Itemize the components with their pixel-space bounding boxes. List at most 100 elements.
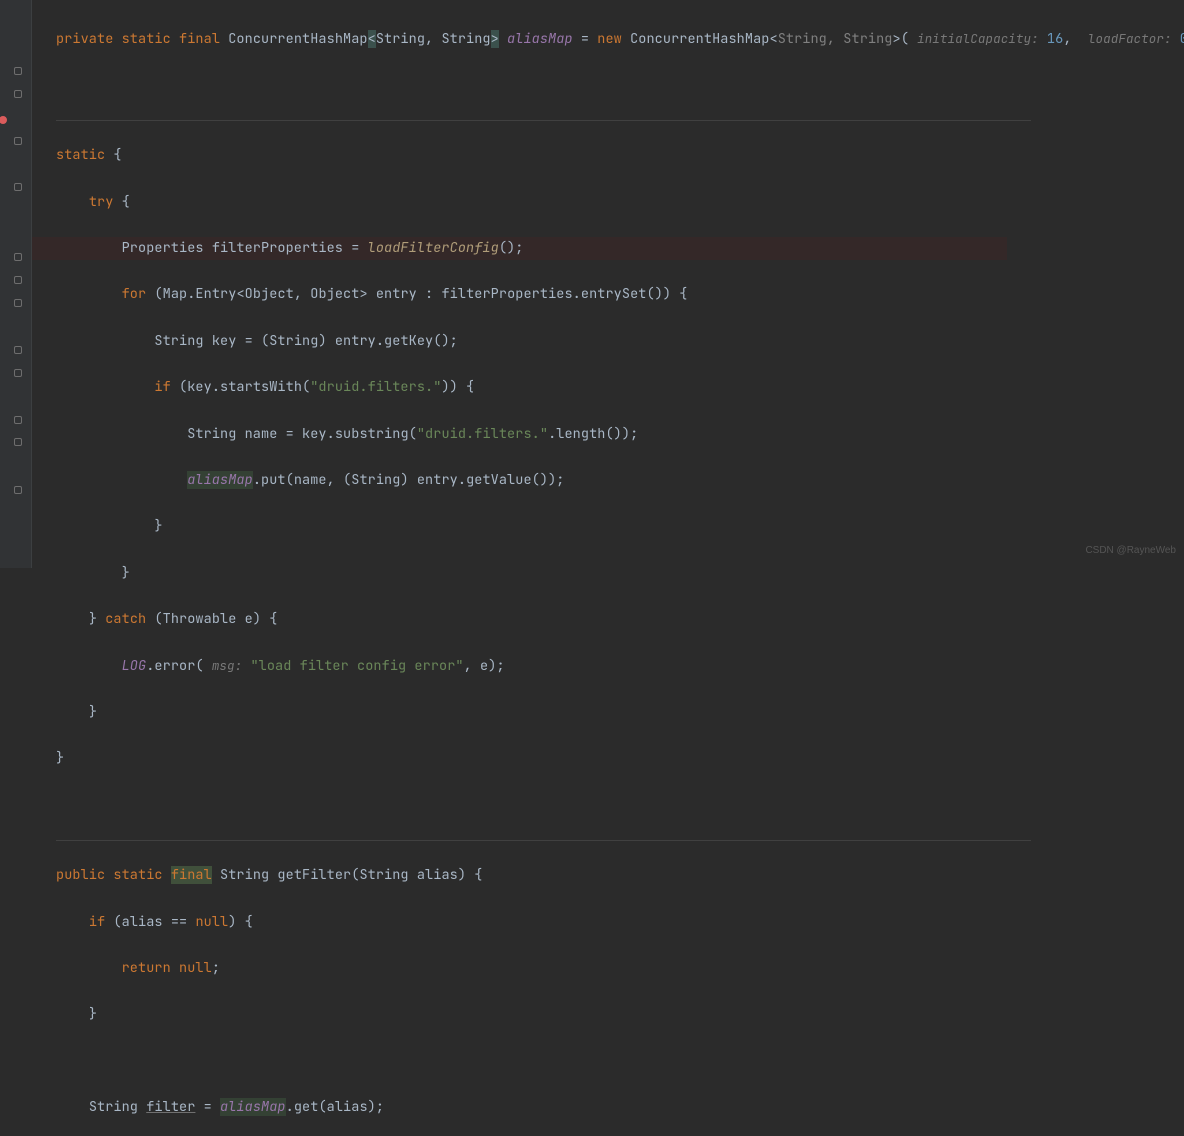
brace: {	[474, 866, 482, 884]
code-line[interactable]: String filter = aliasMap.get(alias);	[56, 1096, 1184, 1119]
type: ConcurrentHashMap	[228, 30, 367, 48]
code-line[interactable]: }	[56, 562, 1184, 585]
angle-bracket: >	[359, 285, 367, 303]
semicolon: ;	[556, 471, 564, 489]
fold-icon[interactable]	[14, 369, 22, 377]
code-line[interactable]: } catch (Throwable e) {	[56, 608, 1184, 631]
code-line-breakpoint[interactable]: Properties filterProperties = loadFilter…	[32, 237, 1007, 260]
blank-line	[56, 794, 1184, 817]
brace: }	[154, 517, 162, 535]
equals: =	[573, 30, 598, 48]
keyword-final: final	[171, 866, 212, 884]
fold-icon[interactable]	[14, 438, 22, 446]
fold-icon[interactable]	[14, 276, 22, 284]
keyword: if	[154, 378, 170, 396]
paren: (	[351, 866, 359, 884]
code-line[interactable]: try {	[56, 191, 1184, 214]
var-filter: filter	[146, 1098, 195, 1116]
var: name	[245, 425, 278, 443]
code-line[interactable]: return null;	[56, 957, 1184, 980]
keyword: if	[89, 913, 105, 931]
paren: (	[901, 30, 909, 48]
var: key	[212, 332, 237, 350]
code-line[interactable]: for (Map.Entry<Object, Object> entry : f…	[56, 283, 1184, 306]
code-line[interactable]: }	[56, 747, 1184, 770]
code-line[interactable]: }	[56, 1003, 1184, 1026]
var: entry	[376, 285, 417, 303]
paren: )	[655, 285, 663, 303]
var: name	[294, 471, 327, 489]
dot: .	[253, 471, 261, 489]
fold-icon[interactable]	[14, 67, 22, 75]
type: Throwable	[163, 610, 237, 628]
code-line[interactable]: String key = (String) entry.getKey();	[56, 330, 1184, 353]
paren: )	[450, 378, 458, 396]
fold-icon[interactable]	[14, 137, 22, 145]
paren: )	[441, 378, 449, 396]
method-call: length	[556, 425, 605, 443]
paren: (	[302, 378, 310, 396]
brace: {	[269, 610, 277, 628]
paren: )	[318, 332, 326, 350]
code-line[interactable]: private static final ConcurrentHashMap<S…	[56, 27, 1184, 50]
fold-icon[interactable]	[14, 253, 22, 261]
type: String	[187, 425, 236, 443]
keyword: for	[122, 285, 147, 303]
code-line[interactable]: }	[56, 701, 1184, 724]
angle-bracket: <	[368, 30, 376, 48]
equals: =	[195, 1098, 220, 1116]
method-call: startsWith	[220, 378, 302, 396]
var: alias	[122, 913, 163, 931]
comma: ,	[827, 30, 835, 48]
var: key	[302, 425, 327, 443]
dot: .	[376, 332, 384, 350]
method-call: get	[294, 1098, 319, 1116]
keyword: private	[56, 30, 113, 48]
keyword: try	[89, 193, 114, 211]
dot: .	[212, 378, 220, 396]
method-name: getFilter	[277, 866, 351, 884]
angle-bracket: >	[491, 30, 499, 48]
semicolon: ;	[515, 239, 523, 257]
fold-icon[interactable]	[14, 299, 22, 307]
equals: =	[236, 332, 261, 350]
paren: )	[253, 610, 261, 628]
code-line[interactable]: String name = key.substring("druid.filte…	[56, 423, 1184, 446]
code-line[interactable]: aliasMap.put(name, (String) entry.getVal…	[56, 469, 1184, 492]
semicolon: ;	[630, 425, 638, 443]
dot: .	[146, 657, 154, 675]
brace: }	[56, 749, 64, 767]
code-line[interactable]: public static final String getFilter(Str…	[56, 864, 1184, 887]
paren: (	[286, 471, 294, 489]
var: filterProperties	[212, 239, 343, 257]
code-line[interactable]: static {	[56, 144, 1184, 167]
paren: (	[113, 913, 121, 931]
gutter	[0, 0, 32, 568]
code-line[interactable]: if (key.startsWith("druid.filters.")) {	[56, 376, 1184, 399]
fold-icon[interactable]	[14, 416, 22, 424]
keyword-null: null	[195, 913, 228, 931]
fold-icon[interactable]	[14, 346, 22, 354]
angle-bracket: <	[236, 285, 244, 303]
param: alias	[417, 866, 458, 884]
paren: )	[663, 285, 671, 303]
brace: }	[89, 703, 97, 721]
brace: {	[679, 285, 687, 303]
code-line[interactable]: }	[56, 515, 1184, 538]
keyword: public	[56, 866, 105, 884]
brace: {	[245, 913, 253, 931]
var: e	[480, 657, 488, 675]
method-separator	[56, 120, 1031, 121]
type: Map.Entry	[163, 285, 237, 303]
paren: )	[441, 332, 449, 350]
fold-icon[interactable]	[14, 486, 22, 494]
code-line[interactable]: if (alias == null) {	[56, 911, 1184, 934]
fold-icon[interactable]	[14, 183, 22, 191]
code-line[interactable]: LOG.error( msg: "load filter config erro…	[56, 654, 1184, 677]
paren: )	[228, 913, 236, 931]
fold-icon[interactable]	[14, 90, 22, 98]
breakpoint-icon[interactable]	[0, 116, 7, 124]
method-call: substring	[335, 425, 409, 443]
code-editor[interactable]: private static final ConcurrentHashMap<S…	[32, 0, 1184, 1136]
comma: ,	[425, 30, 433, 48]
